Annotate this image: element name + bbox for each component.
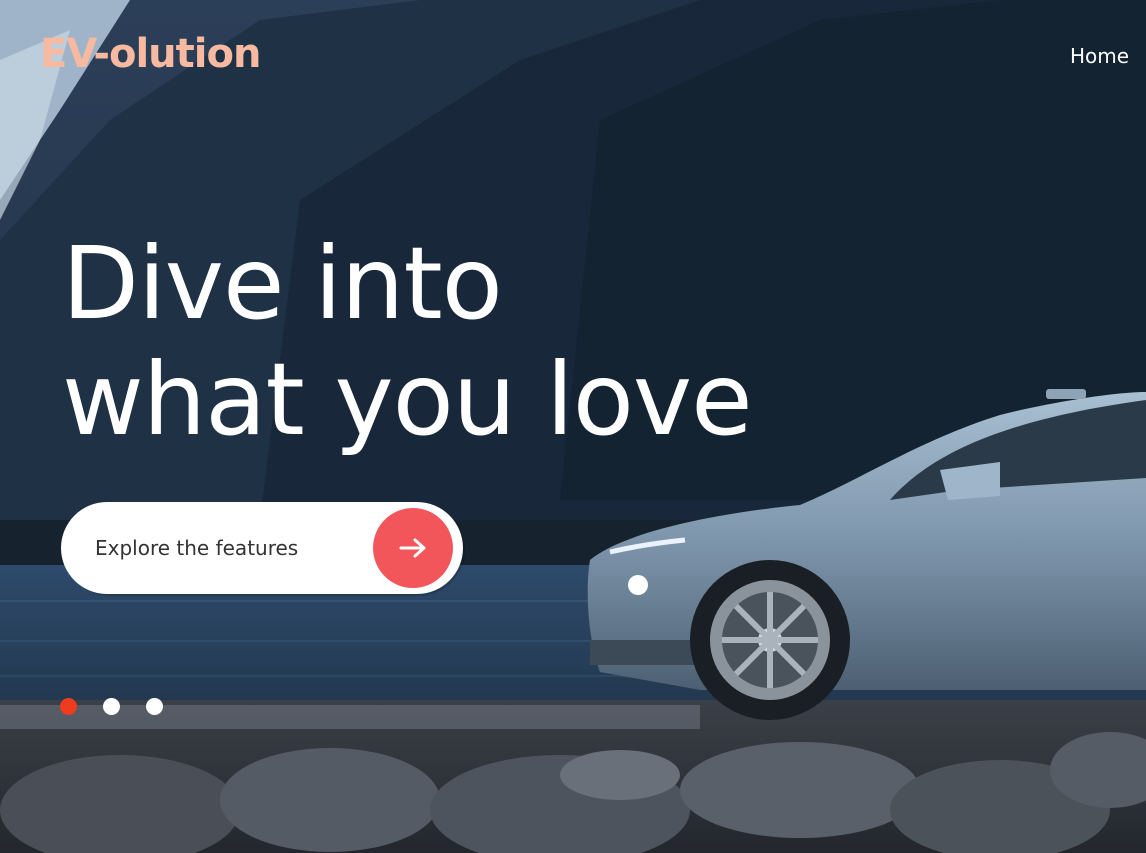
- carousel-dot-1[interactable]: [60, 698, 77, 715]
- hero-headline: Dive into what you love: [62, 225, 753, 458]
- brand-logo[interactable]: EV-olution: [40, 34, 261, 74]
- carousel-dot-2[interactable]: [103, 698, 120, 715]
- carousel-indicators: [60, 698, 163, 715]
- explore-features-button[interactable]: Explore the features: [61, 502, 463, 594]
- nav-link-home[interactable]: Home: [1070, 44, 1129, 68]
- carousel-dot-3[interactable]: [146, 698, 163, 715]
- hero-headline-line-2: what you love: [62, 341, 753, 458]
- explore-features-label: Explore the features: [95, 536, 299, 560]
- arrow-right-icon: [373, 508, 453, 588]
- hero-section: EV-olution Home Dive into what you love …: [0, 0, 1146, 853]
- hero-headline-line-1: Dive into: [62, 225, 503, 342]
